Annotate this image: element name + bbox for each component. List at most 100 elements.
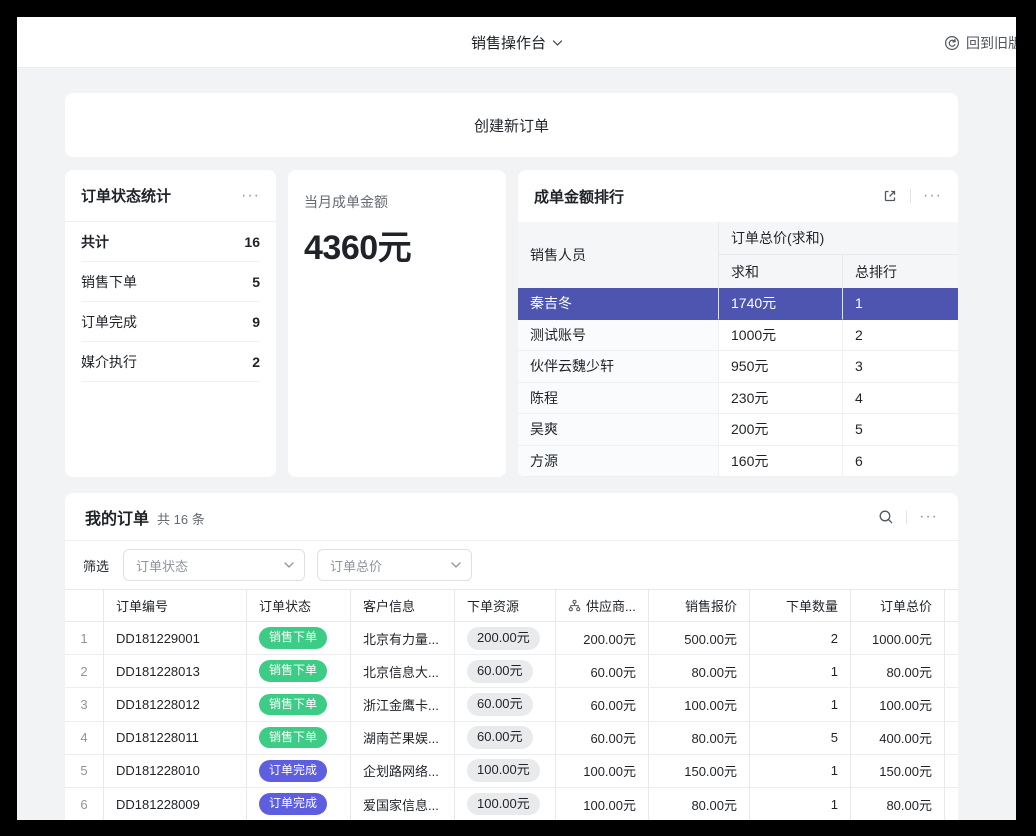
orders-count: 共 16 条: [157, 509, 205, 528]
ranking-row[interactable]: 吴爽 200元 5: [518, 414, 958, 446]
order-extra: [945, 722, 958, 755]
resource-badge: 60.00元: [467, 660, 533, 683]
ranking-rank-cell: 1: [843, 288, 958, 320]
order-status-cell: 订单完成: [247, 755, 351, 788]
order-qty: 1: [750, 655, 851, 688]
status-row-value: 16: [244, 234, 260, 250]
screenshot-frame: 销售操作台 回到旧版 创建新订单 订单状态统计: [0, 0, 1036, 836]
filter-select[interactable]: 订单总价: [317, 549, 472, 581]
ranking-row[interactable]: 方源 160元 6: [518, 446, 958, 478]
chevron-down-icon: [284, 562, 294, 568]
ranking-row[interactable]: 陈程 230元 4: [518, 383, 958, 415]
ranking-person-cell: 方源: [518, 446, 719, 478]
order-quote: 80.00元: [649, 655, 750, 688]
create-order-button[interactable]: 创建新订单: [65, 93, 958, 157]
ranking-sum-cell: 230元: [719, 383, 843, 415]
divider: [910, 189, 911, 203]
order-resource-cell: 100.00元: [455, 755, 556, 788]
ranking-person-cell: 陈程: [518, 383, 719, 415]
ranking-row[interactable]: 测试账号 1000元 2: [518, 320, 958, 352]
column-rank: 总排行: [843, 255, 958, 288]
search-button[interactable]: [878, 509, 894, 525]
open-in-new-icon: [882, 188, 898, 204]
order-quote: 80.00元: [649, 788, 750, 820]
order-customer: 北京有力量...: [351, 622, 455, 655]
order-total: 80.00元: [851, 788, 945, 820]
ranking-sum-cell: 1000元: [719, 320, 843, 352]
orders-title: 我的订单: [85, 505, 149, 529]
more-menu-icon[interactable]: ···: [241, 188, 260, 204]
order-extra: [945, 755, 958, 788]
filter-label: 筛选: [83, 556, 109, 575]
order-index: 5: [65, 755, 104, 788]
widget-title: 订单状态统计: [81, 185, 171, 206]
amount-value: 4360元: [304, 220, 490, 269]
column-person: 销售人员: [518, 222, 719, 288]
ranking-widget: 成单金额排行 ···: [518, 170, 958, 477]
ranking-sum-cell: 950元: [719, 351, 843, 383]
order-row[interactable]: 3 DD181228012 销售下单 浙江金鹰卡... 60.00元 60.00…: [65, 688, 958, 721]
order-index: 1: [65, 622, 104, 655]
ranking-sum-cell: 160元: [719, 446, 843, 478]
status-row-label: 共计: [81, 232, 109, 252]
status-row[interactable]: 共计 16: [81, 222, 260, 262]
status-row-label: 媒介执行: [81, 352, 137, 372]
ranking-table-header: 销售人员 订单总价(求和) 求和 总排行: [518, 222, 958, 288]
expand-button[interactable]: [882, 188, 898, 204]
filter-select[interactable]: 订单状态: [123, 549, 305, 581]
chevron-down-icon: [552, 40, 562, 46]
ranking-row[interactable]: 伙伴云魏少轩 950元 3: [518, 351, 958, 383]
order-total: 150.00元: [851, 755, 945, 788]
order-quote: 500.00元: [649, 622, 750, 655]
column-quote: 销售报价: [649, 590, 750, 622]
order-status-widget: 订单状态统计 ··· 共计 16 销售下单 5 订单完成 9 媒介执行 2: [65, 170, 276, 477]
status-badge: 销售下单: [259, 627, 327, 649]
order-row[interactable]: 6 DD181228009 订单完成 爱国家信息... 100.00元 100.…: [65, 788, 958, 820]
order-row[interactable]: 2 DD181228013 销售下单 北京信息大... 60.00元 60.00…: [65, 655, 958, 688]
column-resource: 下单资源: [455, 590, 556, 622]
column-qty: 下单数量: [750, 590, 851, 622]
ranking-rank-cell: 6: [843, 446, 958, 478]
status-row-label: 订单完成: [81, 312, 137, 332]
ranking-person-cell: 秦吉冬: [518, 288, 719, 320]
order-qty: 5: [750, 722, 851, 755]
column-index: [65, 590, 104, 622]
create-order-label: 创建新订单: [474, 115, 549, 136]
column-extra: [945, 590, 958, 622]
order-extra: [945, 688, 958, 721]
column-total: 订单总价: [851, 590, 945, 622]
order-qty: 1: [750, 688, 851, 721]
resource-badge: 60.00元: [467, 726, 533, 749]
orders-rows: 1 DD181229001 销售下单 北京有力量... 200.00元 200.…: [65, 622, 958, 820]
status-row[interactable]: 媒介执行 2: [81, 342, 260, 382]
column-total-group: 订单总价(求和): [719, 222, 958, 255]
ranking-row[interactable]: 秦吉冬 1740元 1: [518, 288, 958, 320]
amount-label: 当月成单金额: [304, 192, 490, 212]
order-no: DD181228013: [104, 655, 247, 688]
ranking-rank-cell: 5: [843, 414, 958, 446]
more-menu-icon[interactable]: ···: [919, 509, 938, 525]
order-row[interactable]: 5 DD181228010 订单完成 企划路网络... 100.00元 100.…: [65, 755, 958, 788]
status-row[interactable]: 订单完成 9: [81, 302, 260, 342]
status-badge: 销售下单: [259, 660, 327, 682]
order-extra: [945, 622, 958, 655]
order-row[interactable]: 1 DD181229001 销售下单 北京有力量... 200.00元 200.…: [65, 622, 958, 655]
resource-badge: 60.00元: [467, 693, 533, 716]
workspace-switcher[interactable]: 销售操作台: [471, 17, 562, 68]
status-row[interactable]: 销售下单 5: [81, 262, 260, 302]
order-qty: 2: [750, 622, 851, 655]
resource-badge: 100.00元: [467, 793, 540, 816]
status-badge: 销售下单: [259, 694, 327, 716]
more-menu-icon[interactable]: ···: [923, 188, 942, 204]
order-row[interactable]: 4 DD181228011 销售下单 湖南芒果娱... 60.00元 60.00…: [65, 722, 958, 755]
ranking-rank-cell: 4: [843, 383, 958, 415]
back-to-old-version-button[interactable]: 回到旧版: [944, 17, 1016, 68]
status-rows: 共计 16 销售下单 5 订单完成 9 媒介执行 2: [65, 222, 276, 382]
status-row-value: 5: [252, 274, 260, 290]
order-customer: 湖南芒果娱...: [351, 722, 455, 755]
order-extra: [945, 655, 958, 688]
order-total: 400.00元: [851, 722, 945, 755]
widgets-row: 订单状态统计 ··· 共计 16 销售下单 5 订单完成 9 媒介执行 2 当月…: [65, 170, 958, 477]
order-resource-cell: 200.00元: [455, 622, 556, 655]
order-status-cell: 销售下单: [247, 622, 351, 655]
